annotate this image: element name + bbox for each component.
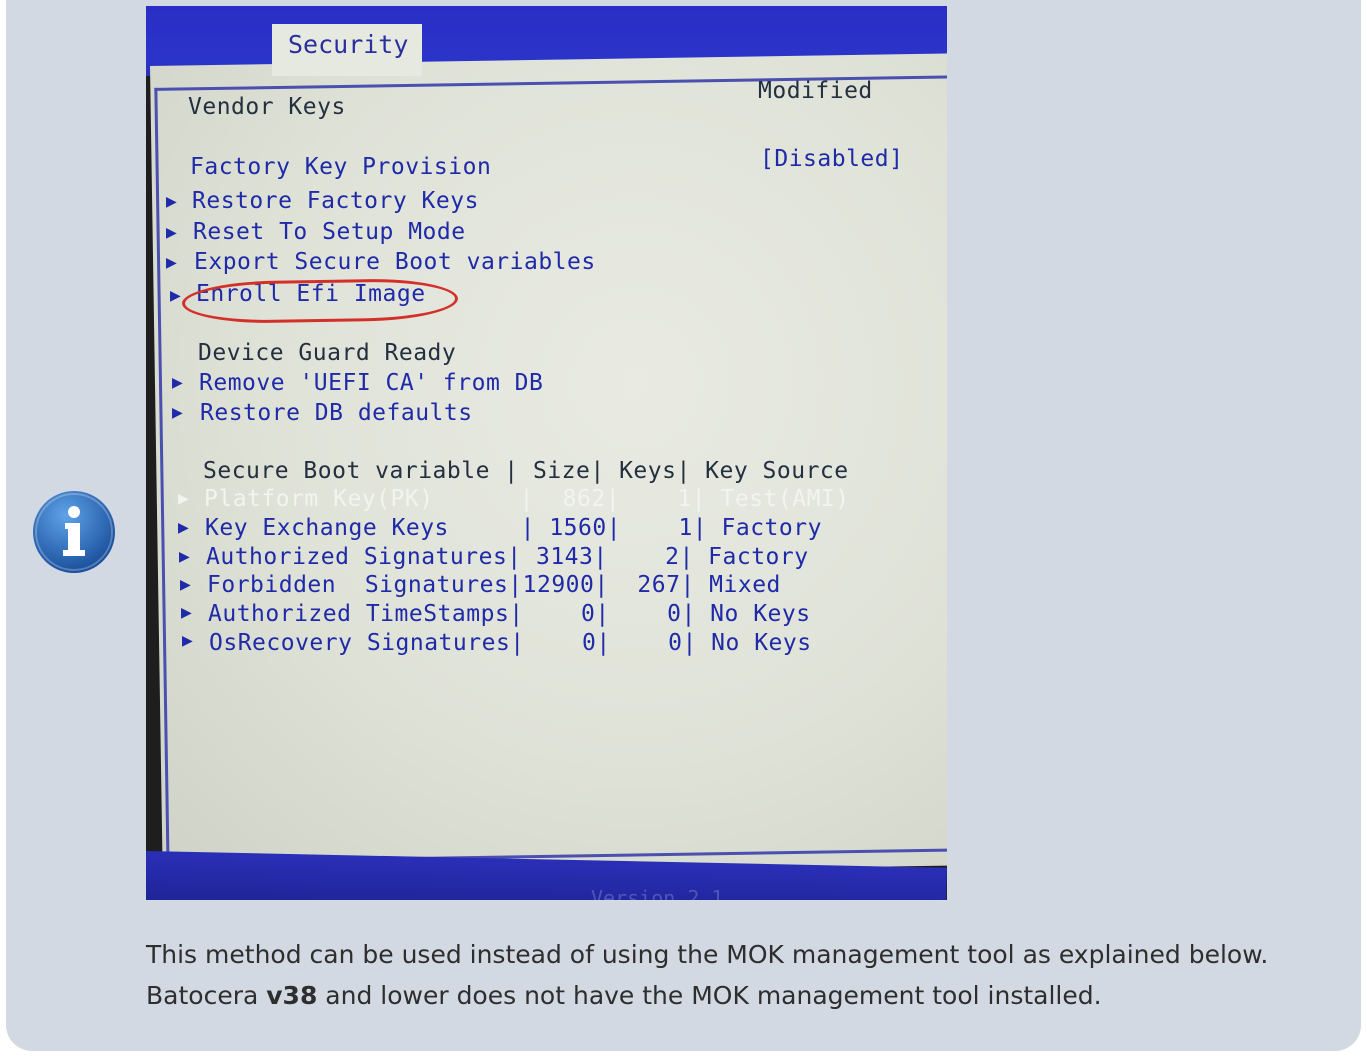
table-row-osrecovery-signatures[interactable]: OsRecovery Signatures| 0| 0| No Keys <box>209 630 812 656</box>
menu-restore-factory-keys[interactable]: Restore Factory Keys <box>192 188 479 214</box>
table-row-forbidden-signatures[interactable]: Forbidden Signatures|12900| 267| Mixed <box>207 572 781 598</box>
table-row-key-exchange-keys[interactable]: Key Exchange Keys | 1560| 1| Factory <box>205 515 822 541</box>
submenu-arrow-icon: ▶ <box>166 255 177 271</box>
vendor-keys-label: Vendor Keys <box>188 94 346 120</box>
menu-reset-setup-mode[interactable]: Reset To Setup Mode <box>193 219 466 245</box>
device-guard-ready-label: Device Guard Ready <box>198 340 457 366</box>
caption-line-1: This method can be used instead of using… <box>146 940 1269 969</box>
caption-line-2: Batocera v38 and lower does not have the… <box>146 975 1346 1016</box>
menu-remove-uefi-ca[interactable]: Remove 'UEFI CA' from DB <box>199 370 543 396</box>
submenu-arrow-icon: ▶ <box>170 288 181 304</box>
menu-restore-db-defaults[interactable]: Restore DB defaults <box>200 400 473 426</box>
submenu-arrow-icon: ▶ <box>172 375 183 391</box>
vendor-keys-value: Modified <box>758 78 873 104</box>
submenu-arrow-icon: ▶ <box>172 405 183 421</box>
table-row-platform-key[interactable]: Platform Key(PK) | 862| 1| Test(AMI) <box>204 486 850 512</box>
submenu-arrow-icon: ▶ <box>166 225 177 241</box>
submenu-arrow-icon: ▶ <box>181 605 192 621</box>
caption-line-2-suffix: and lower does not have the MOK manageme… <box>317 981 1102 1010</box>
factory-key-provision-label[interactable]: Factory Key Provision <box>190 154 491 180</box>
submenu-arrow-icon: ▶ <box>179 549 190 565</box>
submenu-arrow-icon: ▶ <box>182 633 193 649</box>
info-icon <box>33 491 115 573</box>
submenu-arrow-icon: ▶ <box>178 491 189 507</box>
caption-text: This method can be used instead of using… <box>146 934 1346 1016</box>
factory-key-provision-value[interactable]: [Disabled] <box>760 146 903 172</box>
table-row-authorized-timestamps[interactable]: Authorized TimeStamps| 0| 0| No Keys <box>208 601 811 627</box>
submenu-arrow-icon: ▶ <box>166 194 177 210</box>
bios-screenshot-photo: Security Vendor Keys Modified Factory Ke… <box>146 6 947 900</box>
submenu-arrow-icon: ▶ <box>180 577 191 593</box>
table-row-authorized-signatures[interactable]: Authorized Signatures| 3143| 2| Factory <box>206 544 809 570</box>
submenu-arrow-icon: ▶ <box>178 520 189 536</box>
bios-version-text: Version 2.1 <box>591 886 724 900</box>
secure-boot-table-header: Secure Boot variable | Size| Keys| Key S… <box>203 458 849 484</box>
menu-export-secure-boot-variables[interactable]: Export Secure Boot variables <box>194 249 596 275</box>
version-label: v38 <box>266 981 318 1010</box>
caption-line-2-prefix: Batocera <box>146 981 267 1010</box>
tab-security[interactable]: Security <box>272 24 422 76</box>
